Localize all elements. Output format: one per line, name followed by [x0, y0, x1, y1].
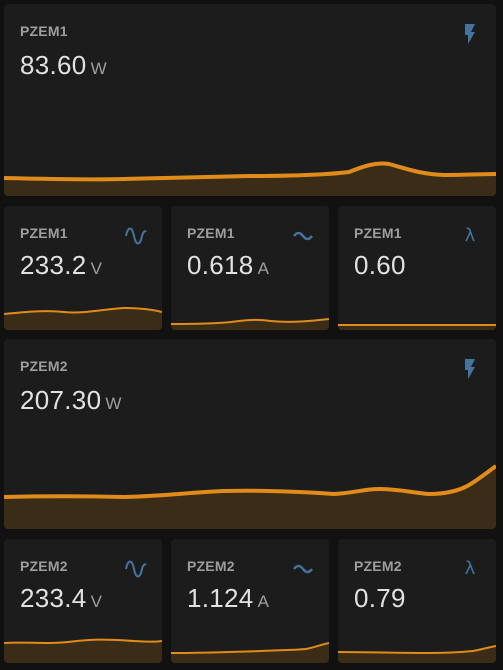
sensor-value: 83.60	[20, 50, 87, 80]
history-graph	[4, 161, 496, 196]
sensor-unit: A	[257, 259, 269, 278]
power-factor-card-pzem1[interactable]: PZEM1 0.60 λ	[338, 206, 496, 330]
current-ac-icon	[291, 557, 315, 581]
sensor-name: PZEM2	[20, 358, 68, 374]
sine-wave-icon	[124, 224, 148, 248]
flash-icon	[458, 22, 482, 46]
history-graph	[4, 306, 162, 330]
lambda-icon: λ	[458, 557, 482, 581]
sensor-name: PZEM1	[187, 225, 235, 241]
sensor-value: 233.2	[20, 250, 87, 280]
sensor-unit: W	[105, 394, 122, 413]
voltage-card-pzem1[interactable]: PZEM1 233.2 V	[4, 206, 162, 330]
sensor-reading: 0.618 A	[187, 250, 269, 281]
sensor-reading: 0.79	[354, 583, 410, 614]
lambda-glyph: λ	[464, 225, 476, 246]
history-graph	[338, 324, 496, 330]
sensor-value: 0.79	[354, 583, 406, 613]
power-card-pzem2[interactable]: PZEM2 207.30 W	[4, 339, 496, 529]
power-card-pzem1[interactable]: PZEM1 83.60 W	[4, 4, 496, 196]
history-graph	[4, 638, 162, 663]
sensor-unit: W	[90, 59, 107, 78]
sensor-name: PZEM2	[20, 558, 68, 574]
voltage-card-pzem2[interactable]: PZEM2 233.4 V	[4, 539, 162, 663]
history-graph	[338, 645, 496, 663]
sensor-unit: A	[257, 592, 269, 611]
lambda-glyph: λ	[464, 558, 476, 579]
sensor-reading: 1.124 A	[187, 583, 269, 614]
sensor-reading: 83.60 W	[20, 50, 107, 81]
sensor-reading: 233.2 V	[20, 250, 102, 281]
sensor-reading: 0.60	[354, 250, 410, 281]
current-card-pzem2[interactable]: PZEM2 1.124 A	[171, 539, 329, 663]
current-ac-icon	[291, 224, 315, 248]
sensor-value: 207.30	[20, 385, 102, 415]
flash-icon	[458, 357, 482, 381]
sensor-value: 0.618	[187, 250, 254, 280]
history-graph	[171, 642, 329, 663]
sensor-value: 0.60	[354, 250, 406, 280]
sine-wave-icon	[124, 557, 148, 581]
lambda-icon: λ	[458, 224, 482, 248]
sensor-unit: V	[90, 259, 102, 278]
sensor-name: PZEM2	[354, 558, 402, 574]
sensor-name: PZEM2	[187, 558, 235, 574]
sensor-value: 1.124	[187, 583, 254, 613]
sensor-reading: 207.30 W	[20, 385, 121, 416]
sensor-reading: 233.4 V	[20, 583, 102, 614]
history-graph	[4, 464, 496, 529]
sensor-name: PZEM1	[354, 225, 402, 241]
sensor-unit: V	[90, 592, 102, 611]
sensor-value: 233.4	[20, 583, 87, 613]
sensor-name: PZEM1	[20, 225, 68, 241]
power-factor-card-pzem2[interactable]: PZEM2 0.79 λ	[338, 539, 496, 663]
sensor-name: PZEM1	[20, 23, 68, 39]
current-card-pzem1[interactable]: PZEM1 0.618 A	[171, 206, 329, 330]
history-graph	[171, 318, 329, 330]
